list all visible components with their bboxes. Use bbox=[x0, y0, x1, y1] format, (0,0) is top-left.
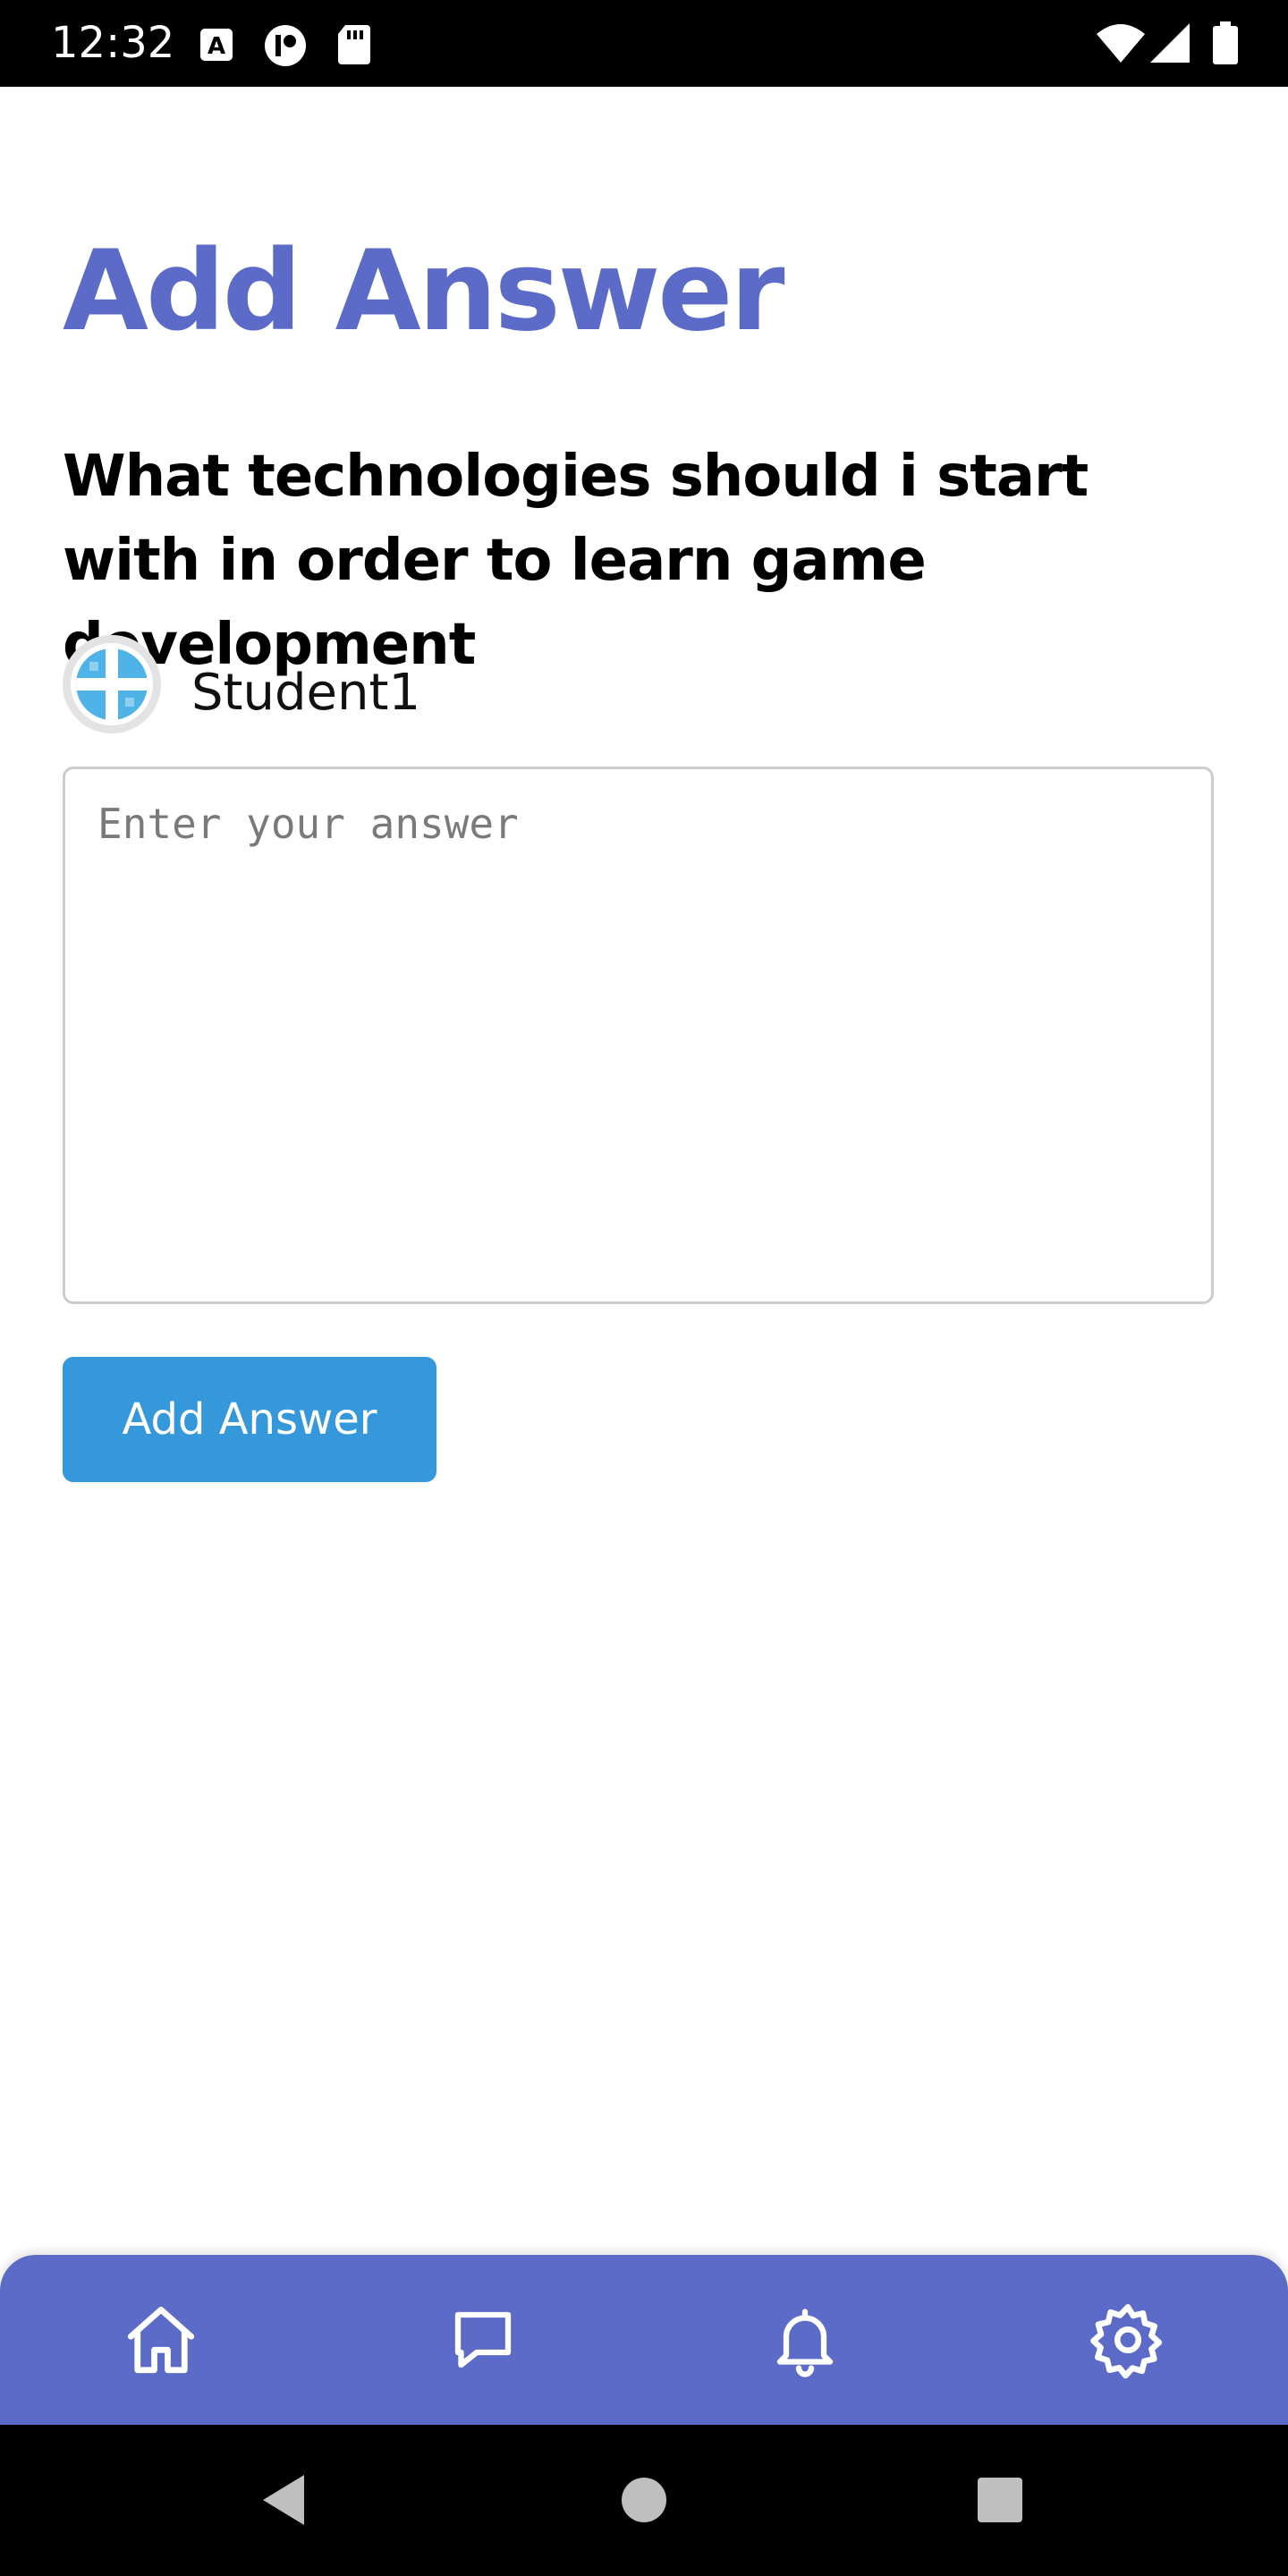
bell-icon[interactable] bbox=[760, 2295, 850, 2385]
a-badge-icon: A bbox=[199, 27, 234, 63]
system-nav-bar bbox=[0, 2425, 1288, 2576]
home-icon[interactable] bbox=[116, 2295, 206, 2385]
svg-text:A: A bbox=[208, 33, 225, 60]
question-text: What technologies should i start with in… bbox=[63, 444, 1089, 678]
circle-app-icon bbox=[263, 23, 308, 68]
battery-icon bbox=[1213, 21, 1238, 64]
settings-icon[interactable] bbox=[1083, 2295, 1173, 2385]
status-bar: 12:32 A bbox=[0, 0, 1288, 87]
answer-input[interactable] bbox=[63, 767, 1214, 1304]
page-title: Add Answer bbox=[63, 227, 785, 356]
chat-icon[interactable] bbox=[438, 2295, 528, 2385]
bottom-nav bbox=[0, 2255, 1288, 2425]
signal-icon bbox=[1150, 23, 1190, 63]
author-name: Student1 bbox=[191, 664, 421, 722]
back-icon[interactable] bbox=[247, 2462, 322, 2538]
status-time: 12:32 bbox=[51, 18, 175, 68]
avatar-icon bbox=[63, 635, 161, 733]
add-answer-button[interactable]: Add Answer bbox=[63, 1357, 436, 1482]
home-circle-icon[interactable] bbox=[606, 2462, 682, 2538]
wifi-icon bbox=[1097, 23, 1145, 63]
recents-icon[interactable] bbox=[962, 2462, 1038, 2538]
sd-card-icon bbox=[336, 23, 372, 64]
